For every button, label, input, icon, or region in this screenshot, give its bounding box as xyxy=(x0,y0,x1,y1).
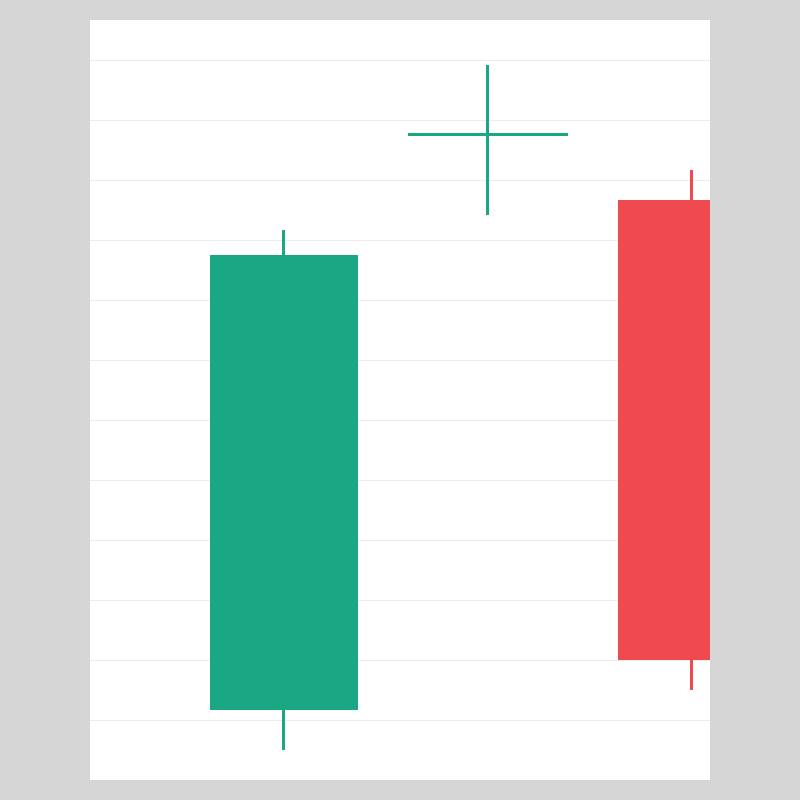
chart-panel xyxy=(90,20,710,780)
gridline xyxy=(90,180,710,181)
gridline xyxy=(90,600,710,601)
candle-1-body xyxy=(210,255,358,710)
gridline xyxy=(90,360,710,361)
gridline xyxy=(90,660,710,661)
gridline xyxy=(90,240,710,241)
gridline xyxy=(90,300,710,301)
gridline xyxy=(90,540,710,541)
gridline xyxy=(90,60,710,61)
gridline xyxy=(90,480,710,481)
candle-2-hbar xyxy=(408,133,568,136)
candle-2-wick xyxy=(486,65,489,215)
gridline xyxy=(90,120,710,121)
gridline xyxy=(90,420,710,421)
gridline xyxy=(90,720,710,721)
candle-3-body xyxy=(618,200,710,660)
